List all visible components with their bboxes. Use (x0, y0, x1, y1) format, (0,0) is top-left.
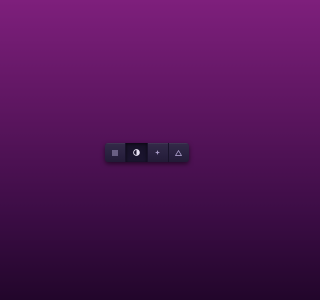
sparkle-button[interactable] (147, 143, 169, 162)
warning-triangle-icon (175, 149, 183, 156)
sparkle-icon (155, 150, 161, 155)
warning-button[interactable] (168, 143, 189, 162)
theme-toggle-button[interactable] (126, 143, 148, 162)
theme-toggle-icon (133, 149, 140, 156)
floating-toolbar (105, 143, 189, 162)
menu-button[interactable] (105, 143, 127, 162)
menu-icon (112, 150, 119, 156)
